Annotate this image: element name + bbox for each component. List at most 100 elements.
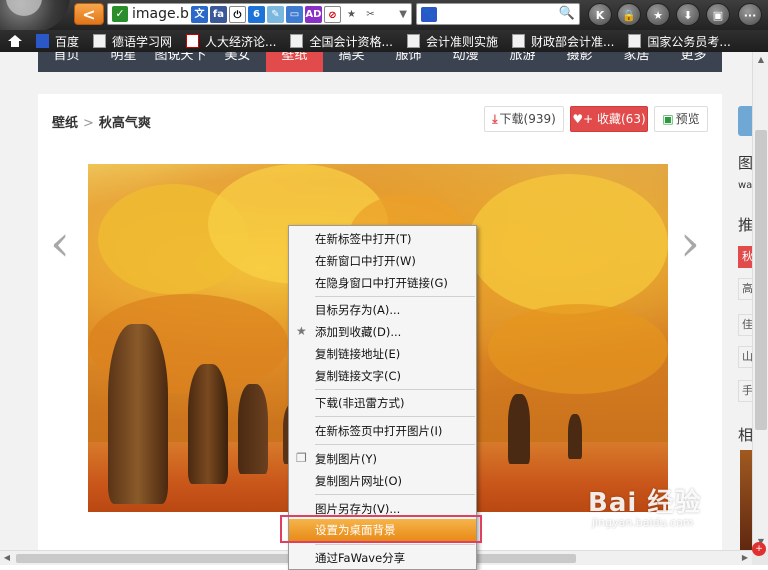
menu-separator bbox=[315, 416, 475, 417]
nav-item-wallpaper[interactable]: 壁纸 bbox=[266, 52, 323, 72]
page-icon bbox=[93, 34, 107, 48]
browser-toolbar: < ✓ image.b 文 fa ⏻ 6 ✎ ▭ AD ⊘ ★ ✂ ▼ 🐾 🔍 … bbox=[0, 0, 768, 32]
preview-button[interactable]: ▣ 预览 bbox=[654, 106, 708, 132]
side-tag[interactable]: 手 bbox=[738, 380, 752, 402]
related-thumbnail[interactable] bbox=[740, 450, 752, 550]
download-icon[interactable]: ⬇ bbox=[676, 3, 700, 26]
nav-item-home-decor[interactable]: 家居 bbox=[608, 52, 665, 72]
menu-separator bbox=[315, 389, 475, 390]
scroll-thumb[interactable] bbox=[755, 130, 767, 430]
bookmark-item[interactable]: 百度 bbox=[36, 33, 79, 50]
star-icon[interactable]: ★ bbox=[342, 5, 360, 23]
copy-icon: ❐ bbox=[296, 451, 307, 465]
breadcrumb-current: 秋高气爽 bbox=[98, 116, 151, 131]
side-tag[interactable]: 佳 bbox=[738, 314, 752, 336]
tools-icon[interactable]: ▣ bbox=[706, 3, 730, 26]
side-tag[interactable]: 高 bbox=[738, 278, 752, 300]
nav-item-stars[interactable]: 明星 bbox=[95, 52, 152, 72]
scroll-left-icon[interactable]: ◀ bbox=[0, 551, 14, 565]
bookmark-item[interactable]: 财政部会计准... bbox=[511, 33, 614, 50]
nav-item-travel[interactable]: 旅游 bbox=[494, 52, 551, 72]
side-related-title: 相 bbox=[738, 426, 752, 444]
avatar[interactable] bbox=[738, 106, 752, 136]
search-box[interactable]: 🐾 🔍 bbox=[416, 3, 580, 25]
side-panel: 图 wa 推 秋 高 佳 山 手 相 bbox=[734, 52, 752, 550]
menu-copy-image[interactable]: ❐ 复制图片(Y) bbox=[289, 448, 476, 470]
bookmarks-bar: 百度 德语学习网 人大经济论... 全国会计资格... 会计准则实施 财政部会计… bbox=[0, 30, 768, 52]
nav-item-beauty[interactable]: 美女 bbox=[209, 52, 266, 72]
nav-item-world[interactable]: 图说天下 bbox=[152, 52, 209, 72]
page-icon bbox=[511, 34, 525, 48]
menu-separator bbox=[315, 494, 475, 495]
cut-icon[interactable]: ✂ bbox=[361, 5, 379, 23]
page-icon bbox=[628, 34, 642, 48]
menu-copy-image-url[interactable]: 复制图片网址(O) bbox=[289, 470, 476, 492]
baidu-jingyan-watermark: Bai 经验 jingyan.baidu.com bbox=[588, 488, 702, 529]
monitor-icon: ▣ bbox=[662, 112, 674, 126]
side-tag[interactable]: 秋 bbox=[738, 246, 752, 268]
heart-plus-icon: ♥+ bbox=[572, 112, 597, 126]
menu-copy-link-address[interactable]: 复制链接地址(E) bbox=[289, 343, 476, 365]
back-button[interactable]: < bbox=[74, 3, 104, 25]
bookmark-item[interactable]: 人大经济论... bbox=[186, 33, 276, 50]
baidu-paw-icon[interactable]: 🐾 bbox=[421, 7, 437, 22]
menu-open-new-tab[interactable]: 在新标签中打开(T) bbox=[289, 228, 476, 250]
bookmark-item[interactable]: 国家公务员考... bbox=[628, 33, 731, 50]
download-button[interactable]: ⤓ 下载(939) bbox=[484, 106, 564, 132]
nav-item-photo[interactable]: 摄影 bbox=[551, 52, 608, 72]
prev-image-arrow[interactable]: ‹ bbox=[50, 214, 70, 272]
menu-separator bbox=[315, 444, 475, 445]
blocked-icon[interactable]: ⊘ bbox=[323, 5, 341, 23]
menu-add-to-favorites[interactable]: ★ 添加到收藏(D)... bbox=[289, 321, 476, 343]
nav-item-funny[interactable]: 搞笑 bbox=[323, 52, 380, 72]
nav-item-anime[interactable]: 动漫 bbox=[437, 52, 494, 72]
address-bar[interactable]: ✓ image.b 文 fa ⏻ 6 ✎ ▭ AD ⊘ ★ ✂ ▼ bbox=[107, 3, 412, 25]
side-tag[interactable]: 山 bbox=[738, 346, 752, 368]
bookmark-item[interactable]: 会计准则实施 bbox=[406, 33, 498, 50]
adblock-icon[interactable]: AD bbox=[304, 5, 322, 23]
page-icon bbox=[290, 34, 304, 48]
extension-pen-icon[interactable]: ✎ bbox=[266, 5, 284, 23]
translate-icon[interactable]: 文 bbox=[190, 5, 208, 23]
fawave-icon[interactable]: fa bbox=[209, 5, 227, 23]
next-image-arrow[interactable]: › bbox=[680, 214, 700, 272]
nav-item-more[interactable]: 更多 bbox=[665, 52, 722, 72]
address-url[interactable]: image.b bbox=[132, 6, 189, 22]
menu-save-target-as[interactable]: 目标另存为(A)... bbox=[289, 299, 476, 321]
menu-copy-link-text[interactable]: 复制链接文字(C) bbox=[289, 365, 476, 387]
notification-badge[interactable]: + bbox=[752, 542, 766, 556]
scroll-right-icon[interactable]: ▶ bbox=[738, 551, 752, 565]
breadcrumb: 壁纸 > 秋高气爽 bbox=[52, 116, 151, 131]
star-icon: ★ bbox=[296, 324, 307, 338]
menu-open-new-window[interactable]: 在新窗口中打开(W) bbox=[289, 250, 476, 272]
chevron-down-icon[interactable]: ▼ bbox=[399, 9, 407, 20]
scroll-up-icon[interactable]: ▲ bbox=[753, 52, 768, 68]
power-icon[interactable]: ⏻ bbox=[228, 5, 246, 23]
nav-item-home[interactable]: 首页 bbox=[38, 52, 95, 72]
side-title: 图 bbox=[738, 154, 752, 172]
toolbar-button-k[interactable]: K bbox=[588, 3, 612, 26]
menu-open-incognito[interactable]: 在隐身窗口中打开链接(G) bbox=[289, 272, 476, 294]
menu-share-fawave[interactable]: 通过FaWave分享 bbox=[289, 547, 476, 569]
screen-icon[interactable]: ▭ bbox=[285, 5, 303, 23]
bookmark-item[interactable]: 德语学习网 bbox=[93, 33, 172, 50]
lock-icon[interactable]: 🔒 bbox=[617, 3, 641, 26]
scroll-corner: + bbox=[752, 542, 768, 565]
menu-download[interactable]: 下载(非迅雷方式) bbox=[289, 392, 476, 414]
highlight-annotation-box bbox=[280, 515, 482, 543]
nav-item-fashion[interactable]: 服饰 bbox=[380, 52, 437, 72]
breadcrumb-root[interactable]: 壁纸 bbox=[52, 116, 78, 131]
menu-icon[interactable]: ··· bbox=[738, 3, 762, 26]
browser-logo-orb[interactable] bbox=[0, 0, 70, 32]
menu-open-image-new-tab[interactable]: 在新标签页中打开图片(I) bbox=[289, 420, 476, 442]
menu-separator bbox=[315, 296, 475, 297]
favorite-button[interactable]: ♥+ 收藏(63) bbox=[570, 106, 648, 132]
extension-6-icon[interactable]: 6 bbox=[247, 5, 265, 23]
favorites-star-icon[interactable]: ★ bbox=[646, 3, 670, 26]
home-icon[interactable] bbox=[8, 35, 22, 47]
vertical-scrollbar[interactable]: ▲ ▼ bbox=[752, 52, 768, 550]
bookmark-item[interactable]: 全国会计资格... bbox=[290, 33, 393, 50]
side-subtitle: wa bbox=[738, 180, 752, 191]
baidu-paw-icon bbox=[36, 34, 49, 48]
search-icon[interactable]: 🔍 bbox=[559, 6, 575, 21]
